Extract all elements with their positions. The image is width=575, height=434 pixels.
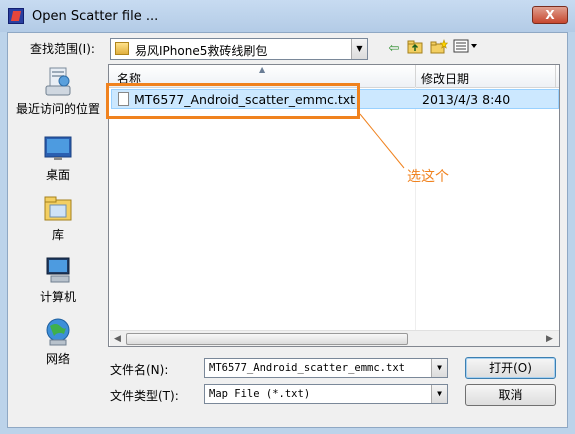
annotation-label: 选这个 <box>407 169 449 185</box>
open-file-dialog: Open Scatter file ... X 查找范围(I): 易风IPhon… <box>0 0 575 434</box>
annotation-pointer-line <box>359 113 405 169</box>
